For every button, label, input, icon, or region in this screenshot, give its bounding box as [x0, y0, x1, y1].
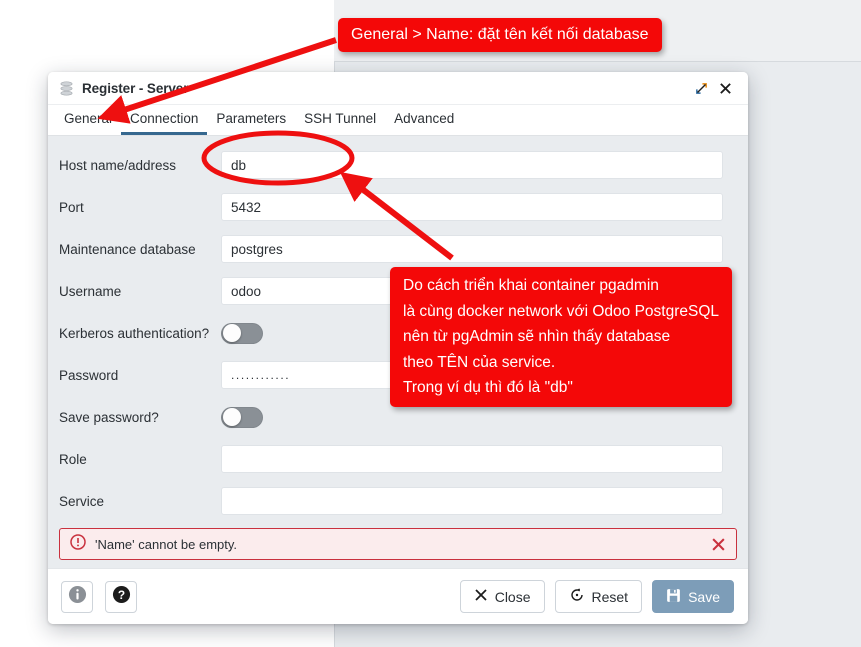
- maintenance-database-input[interactable]: [221, 235, 723, 263]
- tab-parameters[interactable]: Parameters: [207, 105, 295, 135]
- dialog-tabbar: General Connection Parameters SSH Tunnel…: [48, 105, 748, 136]
- svg-text:?: ?: [117, 587, 124, 601]
- field-label-username: Username: [59, 283, 122, 299]
- field-label-kerberos: Kerberos authentication?: [59, 325, 210, 341]
- reset-button-label: Reset: [591, 588, 629, 605]
- tab-connection[interactable]: Connection: [121, 105, 208, 135]
- toggle-knob: [222, 408, 241, 426]
- error-circle-icon: [70, 533, 86, 555]
- database-server-icon: [59, 81, 74, 96]
- field-row-host: Host name/address: [48, 144, 748, 186]
- tab-advanced[interactable]: Advanced: [385, 105, 463, 135]
- tab-general[interactable]: General: [55, 105, 121, 135]
- field-label-role: Role: [59, 451, 87, 467]
- annotation-general-name: General > Name: đặt tên kết nối database: [338, 18, 662, 52]
- annotation-docker-network: Do cách triển khai container pgadmin là …: [390, 267, 733, 407]
- field-label-password: Password: [59, 367, 119, 383]
- host-name-input[interactable]: [221, 151, 723, 179]
- field-row-role: Role: [48, 438, 748, 480]
- save-floppy-icon: [666, 588, 681, 606]
- dialog-title: Register - Server: [82, 80, 189, 96]
- help-icon: ?: [112, 585, 131, 609]
- info-icon: [68, 585, 87, 609]
- field-label-maintenance-database: Maintenance database: [59, 241, 196, 257]
- close-button-label: Close: [494, 588, 531, 605]
- reset-icon: [569, 587, 585, 606]
- field-label-save-password: Save password?: [59, 409, 159, 425]
- error-banner: 'Name' cannot be empty.: [59, 528, 737, 560]
- save-button[interactable]: Save: [652, 580, 734, 613]
- field-label-host: Host name/address: [59, 157, 177, 173]
- dialog-footer: ? Close Reset Save: [48, 568, 748, 624]
- service-input[interactable]: [221, 487, 723, 515]
- close-icon[interactable]: [714, 77, 736, 99]
- save-button-label: Save: [688, 588, 720, 605]
- field-row-maintenance-database: Maintenance database: [48, 228, 748, 270]
- role-input[interactable]: [221, 445, 723, 473]
- reset-button[interactable]: Reset: [554, 580, 643, 613]
- field-row-port: Port: [48, 186, 748, 228]
- help-button[interactable]: ?: [105, 580, 137, 613]
- tab-ssh-tunnel[interactable]: SSH Tunnel: [295, 105, 385, 135]
- field-label-service: Service: [59, 493, 105, 509]
- field-label-port: Port: [59, 199, 84, 215]
- info-button[interactable]: [61, 580, 93, 613]
- save-password-toggle[interactable]: [221, 406, 263, 428]
- close-button[interactable]: Close: [459, 580, 545, 613]
- port-input[interactable]: [221, 193, 723, 221]
- kerberos-authentication-toggle[interactable]: [221, 322, 263, 344]
- field-row-service: Service: [48, 480, 748, 522]
- toggle-knob: [222, 324, 241, 342]
- error-message: 'Name' cannot be empty.: [95, 536, 238, 552]
- maximize-icon[interactable]: [690, 77, 712, 99]
- x-icon: [474, 588, 488, 605]
- error-dismiss-icon[interactable]: [711, 537, 726, 552]
- dialog-header: Register - Server: [48, 72, 748, 105]
